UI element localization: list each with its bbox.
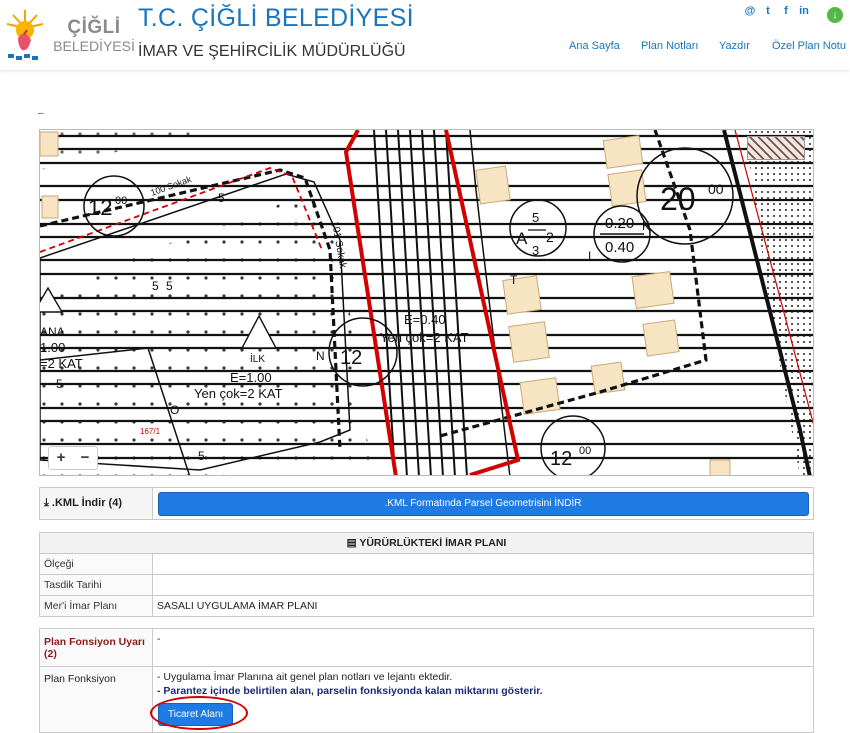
download-icon[interactable]: ↓ — [827, 7, 843, 23]
map-label-o: O — [170, 403, 179, 417]
page-header: ÇİĞLİ BELEDİYESİ T.C. ÇİĞLİ BELEDİYESİ İ… — [0, 0, 850, 70]
map-label-5c: 5 — [56, 377, 63, 391]
map-label-zone-c-sup: 00 — [579, 445, 591, 457]
kml-label: .KML İndir (4) — [51, 497, 122, 509]
map-label-ilk: İLK — [250, 352, 265, 365]
plan-heading-cell: ▤ YÜRÜRLÜKTEKİ İMAR PLANI — [39, 532, 814, 554]
approval-date-value — [152, 574, 814, 596]
download-icon: ⤓ — [44, 497, 52, 509]
facebook-icon[interactable]: f — [780, 5, 792, 17]
map-label-ratio-bot: 0.40 — [605, 239, 634, 256]
map-label-zone-d: 12 — [340, 347, 362, 369]
kml-download-table: ⤓ .KML İndir (4) .KML Formatında Parsel … — [39, 487, 814, 520]
nav-home[interactable]: Ana Sayfa — [569, 40, 620, 52]
layer-switcher[interactable] — [747, 136, 805, 160]
map-label-yen-left: Yen çok=2 KAT — [194, 386, 283, 401]
document-icon: ▤ — [346, 537, 360, 549]
map-label-parcel: 167/1 — [140, 427, 161, 436]
map-label-left-e: 1.00 — [40, 340, 65, 355]
logo-line2: BELEDİYESİ — [53, 38, 135, 54]
plan-function-table: Plan Fonsiyon Uyarı (2) - Plan Fonksiyon… — [39, 628, 814, 733]
nav-print[interactable]: Yazdır — [719, 40, 750, 52]
nav-special-plan-note[interactable]: Özel Plan Notu — [772, 40, 846, 52]
map-label-5a: 5 — [218, 191, 225, 205]
kml-button-cell: .KML Formatında Parsel Geometrisini İNDİ… — [152, 487, 814, 520]
zoning-map[interactable]: 12 00 20 00 12 00 12 100 Sokak 101 Sokak… — [39, 129, 814, 476]
map-label-zone-a: 12 — [88, 195, 112, 220]
map-label-5b: 5 — [152, 279, 159, 293]
map-label-n: N — [316, 349, 325, 363]
function-label: Plan Fonksiyon — [39, 666, 153, 733]
page-dash: – — [38, 108, 44, 119]
map-canvas[interactable]: 12 00 20 00 12 00 12 100 Sokak 101 Sokak… — [40, 130, 814, 476]
map-label-zone-b-sup: 00 — [708, 181, 724, 197]
map-label-left-kat: =2 KAT — [40, 356, 83, 371]
logo-wordmark: ÇİĞLİ BELEDİYESİ — [52, 17, 136, 55]
function-warning-label: Plan Fonsiyon Uyarı (2) — [44, 635, 145, 660]
commercial-area-button[interactable]: Ticaret Alanı — [158, 703, 234, 726]
map-label-left-ana: ANA — [40, 325, 65, 339]
map-label-e-mid: E=0.40 — [404, 312, 446, 327]
social-links: @ t f in — [744, 5, 810, 17]
municipality-logo-icon[interactable] — [4, 6, 46, 64]
nav-plan-notes[interactable]: Plan Notları — [641, 40, 698, 52]
zoning-plan-table: ▤ YÜRÜRLÜKTEKİ İMAR PLANI Ölçeği Tasdik … — [39, 532, 814, 617]
kml-label-cell: ⤓ .KML İndir (4) — [39, 487, 153, 520]
current-plan-label: Mer'i İmar Planı — [39, 595, 153, 617]
logo-line1: ÇİĞLİ — [67, 17, 121, 38]
function-warning-value: - — [152, 628, 814, 667]
scale-label: Ölçeği — [39, 553, 153, 575]
plan-heading: YÜRÜRLÜKTEKİ İMAR PLANI — [359, 537, 507, 549]
map-label-e-left: E=1.00 — [230, 370, 272, 385]
linkedin-icon[interactable]: in — [798, 5, 810, 17]
approval-date-label: Tasdik Tarihi — [39, 574, 153, 596]
zoom-control: + − — [48, 446, 98, 470]
page-title: T.C. ÇİĞLİ BELEDİYESİ — [138, 4, 414, 32]
map-label-frac-a: A — [516, 229, 528, 248]
kml-download-button[interactable]: .KML Formatında Parsel Geometrisini İNDİ… — [157, 491, 809, 516]
map-label-5d: 5 — [198, 449, 205, 463]
map-label-t: T — [510, 273, 518, 287]
map-label-k: K — [642, 219, 650, 233]
map-label-frac-den: 3 — [532, 243, 539, 258]
email-icon[interactable]: @ — [744, 5, 756, 17]
function-value-cell: - Uygulama İmar Planına ait genel plan n… — [150, 666, 814, 733]
current-plan-value: SASALI UYGULAMA İMAR PLANI — [152, 595, 814, 617]
map-label-frac-2: 2 — [546, 229, 554, 245]
map-label-yen-mid: Yen çok=2 KAT — [380, 330, 469, 345]
map-label-ratio-top: 0.20 — [605, 215, 634, 232]
zoom-out-button[interactable]: − — [73, 447, 97, 469]
function-note-1: - Uygulama İmar Planına ait genel plan n… — [157, 671, 453, 683]
map-label-zone-a-sup: 00 — [115, 195, 127, 207]
zoom-in-button[interactable]: + — [49, 447, 73, 469]
map-label-5e: 5 — [166, 279, 173, 293]
function-note-2: - Parantez içinde belirtilen alan, parse… — [157, 685, 543, 697]
scale-value — [152, 553, 814, 575]
twitter-icon[interactable]: t — [762, 5, 774, 17]
map-label-i: I — [588, 249, 591, 263]
ticaret-wrap: Ticaret Alanı — [150, 696, 248, 730]
map-label-zone-c: 12 — [550, 448, 572, 470]
map-label-frac-num: 5 — [532, 210, 539, 225]
function-warning-label-cell: Plan Fonsiyon Uyarı (2) — [39, 628, 153, 667]
page-subtitle: İMAR VE ŞEHİRCİLİK MÜDÜRLÜĞÜ — [138, 43, 406, 60]
map-label-zone-b: 20 — [660, 181, 696, 217]
